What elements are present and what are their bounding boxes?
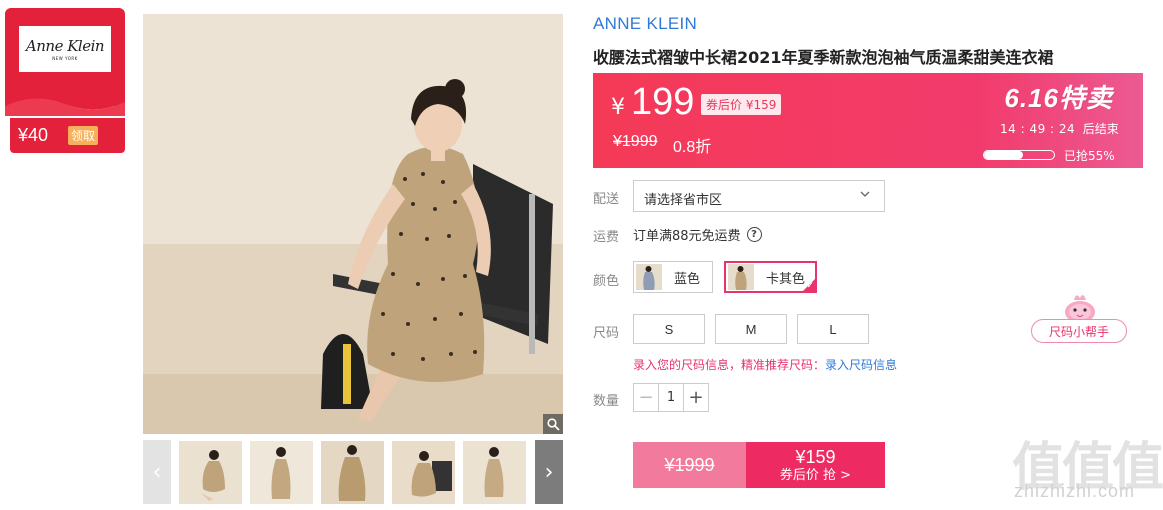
brand-name[interactable]: ANNE KLEIN xyxy=(593,14,697,34)
after-coupon-price-badge: 券后价 ¥159 xyxy=(701,94,782,115)
size-option-l[interactable]: L xyxy=(797,314,869,344)
buy-label: 券后价 抢 > xyxy=(779,467,852,483)
quantity-stepper: − 1 + xyxy=(633,383,709,412)
color-label: 颜色 xyxy=(593,274,620,289)
thumbnail-image xyxy=(250,441,313,504)
chevron-left-icon: ‹ xyxy=(152,459,162,485)
product-main-image[interactable] xyxy=(143,14,563,434)
brand-logo-text: Anne Klein xyxy=(25,37,105,55)
brand-logo-subtext: NEW YORK xyxy=(52,56,78,61)
thumbnail-1[interactable] xyxy=(179,441,242,504)
shipping-text: 订单满88元免运费 xyxy=(633,229,741,244)
thumbnail-image xyxy=(321,441,384,504)
countdown-timer: 14 : 49 : 24 后结束 xyxy=(1000,120,1119,137)
product-photo-dress xyxy=(143,14,563,434)
color-option-blue[interactable]: 蓝色 xyxy=(633,261,713,293)
size-option-s[interactable]: S xyxy=(633,314,705,344)
coupon-amount: ¥40 xyxy=(18,125,49,145)
color-swatch-thumbnail xyxy=(728,264,754,290)
size-helper-widget[interactable]: 尺码小帮手 xyxy=(1030,288,1130,346)
countdown-time: 14 : 49 : 24 xyxy=(1000,122,1076,136)
zoom-button[interactable] xyxy=(543,414,563,434)
watermark-site: zhizhizhi.com xyxy=(1014,481,1136,501)
sold-progress-bar xyxy=(983,150,1055,160)
store-coupon-card[interactable]: Anne Klein NEW YORK ¥40 领取 xyxy=(5,8,125,153)
size-hint-text: 录入您的尺码信息，精准推荐尺码： xyxy=(633,358,826,372)
size-option-m[interactable]: M xyxy=(715,314,787,344)
currency-symbol: ¥ xyxy=(611,95,625,120)
coupon-header: Anne Klein NEW YORK xyxy=(5,8,125,106)
promo-text: 特卖 xyxy=(1058,84,1113,114)
current-price: 199 xyxy=(631,81,695,123)
size-hint: 录入您的尺码信息，精准推荐尺码：录入尺码信息 xyxy=(633,356,897,373)
quantity-input[interactable]: 1 xyxy=(658,384,684,411)
size-info-link[interactable]: 录入尺码信息 xyxy=(825,358,897,372)
delivery-label: 配送 xyxy=(593,192,620,207)
quantity-increase-button[interactable]: + xyxy=(684,384,708,411)
thumbnail-image xyxy=(392,441,455,504)
sold-progress-label: 已抢55% xyxy=(1064,149,1115,163)
buy-original-price[interactable]: ¥1999 xyxy=(633,442,746,488)
thumbnail-3[interactable] xyxy=(321,441,384,504)
shipping-info: 订单满88元免运费 ? xyxy=(633,225,762,244)
chevron-down-icon xyxy=(860,190,870,201)
address-select[interactable]: 请选择省市区 xyxy=(633,180,885,212)
price-banner: ¥ 199 券后价 ¥159 ¥1999 0.8折 6.16特卖 14 : 49… xyxy=(593,73,1143,168)
sold-progress-fill xyxy=(984,151,1023,159)
thumbnail-image xyxy=(179,441,242,504)
coupon-wave-decoration xyxy=(5,94,125,116)
help-icon[interactable]: ? xyxy=(746,227,762,242)
thumbnail-image xyxy=(463,441,526,504)
color-option-label: 蓝色 xyxy=(674,271,701,287)
thumbnail-5[interactable] xyxy=(463,441,526,504)
coupon-footer: ¥40 领取 xyxy=(10,118,125,153)
thumbnail-4[interactable] xyxy=(392,441,455,504)
color-swatch-thumbnail xyxy=(636,264,662,290)
chevron-right-icon: › xyxy=(544,459,554,485)
claim-coupon-button[interactable]: 领取 xyxy=(68,126,99,145)
original-price: ¥1999 xyxy=(613,133,658,150)
size-helper-button[interactable]: 尺码小帮手 xyxy=(1031,319,1127,343)
magnifier-icon xyxy=(546,417,560,431)
shipping-label: 运费 xyxy=(593,230,620,245)
quantity-decrease-button[interactable]: − xyxy=(634,384,658,411)
buy-price: ¥159 xyxy=(795,446,836,467)
thumbnail-2[interactable] xyxy=(250,441,313,504)
thumbnail-prev-button[interactable]: ‹ xyxy=(143,440,171,504)
countdown-suffix: 后结束 xyxy=(1082,122,1119,136)
thumbnail-next-button[interactable]: › xyxy=(535,440,563,504)
buy-now-button[interactable]: ¥159 券后价 抢 > xyxy=(746,442,885,488)
discount-rate: 0.8折 xyxy=(673,139,712,156)
promo-number: 6.16 xyxy=(1004,83,1059,113)
product-title: 收腰法式褶皱中长裙2021年夏季新款泡泡袖气质温柔甜美连衣裙 xyxy=(593,48,1054,67)
promo-badge: 6.16特卖 xyxy=(1004,78,1113,115)
checkmark-icon: ✓ xyxy=(806,281,814,291)
quantity-label: 数量 xyxy=(593,394,620,409)
brand-logo: Anne Klein NEW YORK xyxy=(19,26,111,72)
color-option-label: 卡其色 xyxy=(766,271,806,287)
address-placeholder: 请选择省市区 xyxy=(644,193,723,208)
size-label: 尺码 xyxy=(593,326,620,341)
color-option-khaki[interactable]: 卡其色 ✓ xyxy=(724,261,817,293)
